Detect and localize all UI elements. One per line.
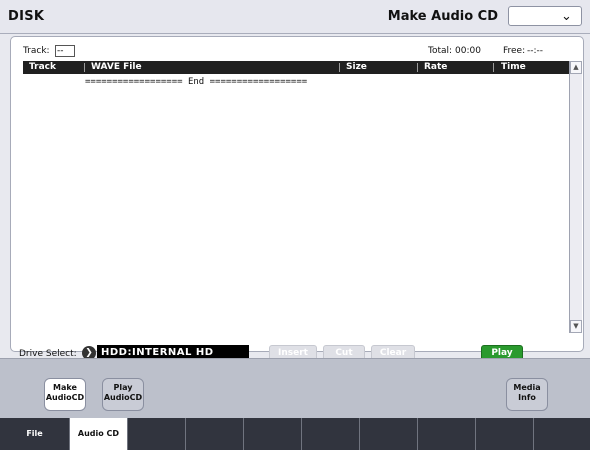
tab-label-line2: Info	[518, 393, 536, 402]
tab-play-audiocd[interactable]: Play AudioCD	[102, 378, 144, 411]
page-menu-button[interactable]: ⌄	[508, 6, 582, 26]
list-header: Track WAVE File Size Rate Time	[23, 61, 569, 74]
tab-empty[interactable]	[418, 418, 476, 450]
free-value: --:--	[527, 46, 544, 56]
column-separator	[417, 63, 418, 72]
column-separator	[84, 63, 85, 72]
tab-label-line2: AudioCD	[45, 393, 85, 402]
tab-empty[interactable]	[186, 418, 244, 450]
column-separator	[493, 63, 494, 72]
list-end-marker: ================== End =================…	[85, 77, 308, 87]
track-field[interactable]: --	[55, 45, 75, 57]
tab-audio-cd[interactable]: Audio CD	[70, 418, 128, 450]
tab-make-audiocd[interactable]: Make AudioCD	[44, 378, 86, 411]
chevron-down-icon: ⌄	[561, 9, 572, 24]
tab-empty[interactable]	[476, 418, 534, 450]
tab-media-info[interactable]: Media Info	[506, 378, 548, 411]
tab-empty[interactable]	[244, 418, 302, 450]
tab-empty[interactable]	[360, 418, 418, 450]
tab-label-line1: Media	[513, 383, 541, 392]
total-label: Total:	[428, 46, 453, 56]
tab-file[interactable]: File	[0, 418, 70, 450]
total-value: 00:00	[455, 46, 481, 56]
tab-label-line1: Play	[113, 383, 133, 392]
scroll-up-arrow-icon[interactable]: ▲	[570, 61, 582, 74]
title-bar: DISK Make Audio CD ⌄	[0, 0, 590, 34]
column-track: Track	[29, 62, 56, 72]
mode-title: DISK	[8, 9, 45, 24]
column-wave-file: WAVE File	[91, 62, 142, 72]
tab-empty[interactable]	[534, 418, 590, 450]
chevron-right-icon: ❯	[85, 348, 93, 358]
track-label: Track:	[23, 46, 50, 56]
tab-label-line2: AudioCD	[103, 393, 143, 402]
scrollbar[interactable]: ▲ ▼	[569, 61, 582, 333]
column-time: Time	[501, 62, 526, 72]
track-list[interactable]: ================== End =================…	[23, 74, 569, 333]
sub-tab-bar	[0, 358, 590, 418]
page-title: Make Audio CD	[387, 9, 498, 24]
audio-cd-panel: Track: -- Total: 00:00 Free: --:-- Track…	[10, 36, 584, 361]
tab-label-line1: Make	[53, 383, 77, 392]
column-size: Size	[346, 62, 367, 72]
free-label: Free:	[503, 46, 526, 56]
tab-empty[interactable]	[128, 418, 186, 450]
column-rate: Rate	[424, 62, 448, 72]
tab-empty[interactable]	[302, 418, 360, 450]
column-separator	[339, 63, 340, 72]
scroll-down-arrow-icon[interactable]: ▼	[570, 320, 582, 333]
